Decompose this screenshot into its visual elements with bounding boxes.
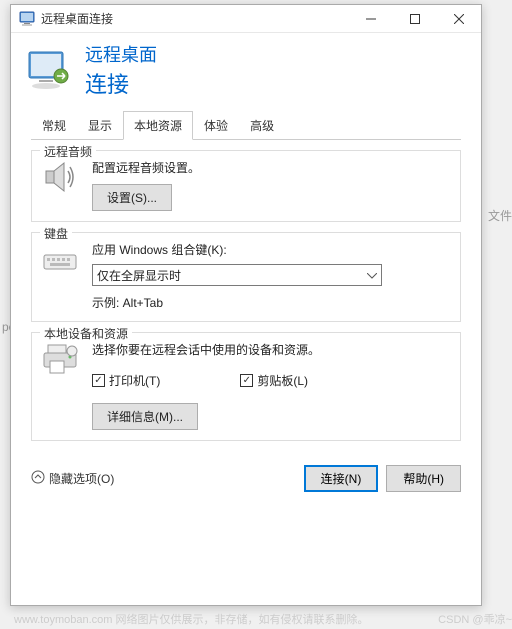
dialog-footer: 隐藏选项(O) 连接(N) 帮助(H) xyxy=(11,457,481,500)
keyboard-icon xyxy=(42,241,78,277)
tab-advanced[interactable]: 高级 xyxy=(239,111,285,140)
maximize-button[interactable] xyxy=(393,5,437,33)
speaker-icon xyxy=(42,159,78,195)
tab-local-resources[interactable]: 本地资源 xyxy=(123,111,193,140)
details-button[interactable]: 详细信息(M)... xyxy=(92,403,198,430)
printer-checkbox[interactable]: ✓ 打印机(T) xyxy=(92,372,160,389)
local-devices-group: 本地设备和资源 选择你要在远程会话中使用的设备和资源。 ✓ 打印机(T) ✓ xyxy=(31,332,461,441)
clipboard-checkbox[interactable]: ✓ 剪贴板(L) xyxy=(240,372,308,389)
keyboard-desc: 应用 Windows 组合键(K): xyxy=(92,241,450,258)
audio-settings-button[interactable]: 设置(S)... xyxy=(92,184,172,211)
tab-content: 远程音频 配置远程音频设置。 设置(S)... 键盘 xyxy=(11,140,481,457)
check-icon: ✓ xyxy=(240,374,253,387)
chevron-down-icon xyxy=(367,268,377,282)
dialog-header: 远程桌面 连接 xyxy=(11,33,481,111)
rdc-icon xyxy=(27,48,71,92)
checkbox-label: 打印机(T) xyxy=(109,372,160,389)
watermark-left: www.toymoban.com 网络图片仅供展示，非存储，如有侵权请联系删除。 xyxy=(14,611,368,627)
minimize-button[interactable] xyxy=(349,5,393,33)
app-icon xyxy=(19,11,35,27)
close-button[interactable] xyxy=(437,5,481,33)
check-icon: ✓ xyxy=(92,374,105,387)
devices-desc: 选择你要在远程会话中使用的设备和资源。 xyxy=(92,341,450,358)
select-value: 仅在全屏显示时 xyxy=(97,267,181,284)
watermark-right: CSDN @乖凉~ xyxy=(438,611,512,627)
window-title: 远程桌面连接 xyxy=(41,10,349,27)
audio-desc: 配置远程音频设置。 xyxy=(92,159,450,176)
help-button[interactable]: 帮助(H) xyxy=(386,465,461,492)
tab-display[interactable]: 显示 xyxy=(77,111,123,140)
chevron-up-icon xyxy=(31,470,45,487)
remote-audio-group: 远程音频 配置远程音频设置。 设置(S)... xyxy=(31,150,461,222)
group-title: 远程音频 xyxy=(40,143,96,160)
background-text: 文件 xyxy=(488,207,512,224)
tab-strip: 常规 显示 本地资源 体验 高级 xyxy=(11,111,481,140)
keyboard-combo-select[interactable]: 仅在全屏显示时 xyxy=(92,264,382,286)
header-text: 远程桌面 连接 xyxy=(85,41,157,99)
keyboard-group: 键盘 应用 Windows 组合键(K): 仅在全屏显示时 示例: Alt+Ta… xyxy=(31,232,461,322)
keyboard-example: 示例: Alt+Tab xyxy=(92,294,450,311)
titlebar: 远程桌面连接 xyxy=(11,5,481,33)
watermark: www.toymoban.com 网络图片仅供展示，非存储，如有侵权请联系删除。… xyxy=(14,611,512,627)
header-line2: 连接 xyxy=(85,67,157,99)
group-title: 键盘 xyxy=(40,225,72,242)
header-line1: 远程桌面 xyxy=(85,41,157,67)
rdc-window: 远程桌面连接 远程桌面 连接 常规 显示 本地资源 体验 高级 远程音频 配 xyxy=(10,4,482,606)
tab-general[interactable]: 常规 xyxy=(31,111,77,140)
hide-options-label: 隐藏选项(O) xyxy=(49,470,114,487)
tab-experience[interactable]: 体验 xyxy=(193,111,239,140)
connect-button[interactable]: 连接(N) xyxy=(304,465,379,492)
group-title: 本地设备和资源 xyxy=(40,325,132,342)
hide-options-button[interactable]: 隐藏选项(O) xyxy=(31,470,296,487)
printer-icon xyxy=(42,341,78,377)
checkbox-label: 剪贴板(L) xyxy=(257,372,308,389)
